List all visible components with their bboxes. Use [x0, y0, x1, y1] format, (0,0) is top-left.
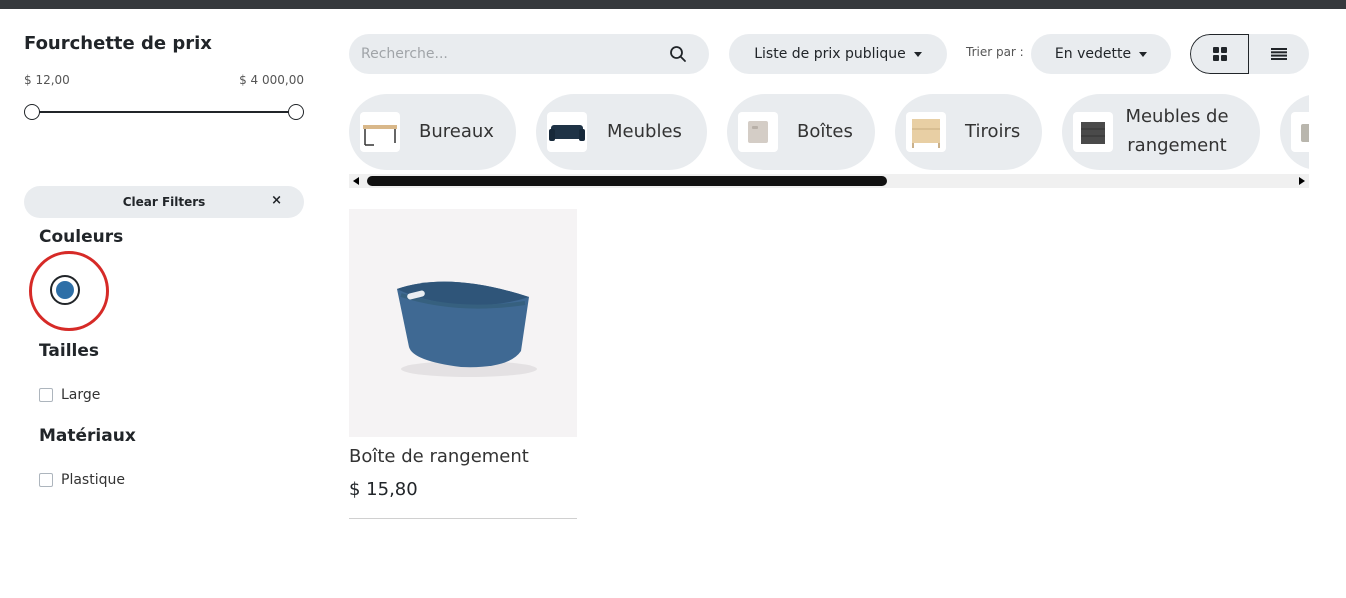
- list-view-button[interactable]: [1249, 34, 1309, 74]
- pricelist-label: Liste de prix publique: [754, 46, 906, 62]
- category-scrollbar[interactable]: [349, 174, 1309, 188]
- scrollbar-thumb[interactable]: [367, 176, 887, 186]
- sort-dropdown[interactable]: En vedette: [1031, 34, 1171, 74]
- category-pill-partial[interactable]: [1280, 94, 1309, 170]
- color-dot: [56, 281, 74, 299]
- sizes-title: Tailles: [39, 341, 100, 361]
- checkbox[interactable]: [39, 388, 53, 402]
- cabinet-thumbnail: [1073, 112, 1113, 152]
- search-input[interactable]: [349, 34, 639, 74]
- category-label: Meubles: [607, 121, 682, 142]
- category-pill-bureaux[interactable]: Bureaux: [349, 94, 516, 170]
- drawer-thumbnail: [906, 112, 946, 152]
- materials-title: Matériaux: [39, 426, 136, 446]
- sort-value: En vedette: [1054, 46, 1132, 62]
- colors-title: Couleurs: [39, 227, 124, 247]
- material-option-plastique[interactable]: Plastique: [39, 472, 125, 488]
- close-icon: ×: [271, 193, 282, 208]
- category-label: Boîtes: [797, 121, 853, 142]
- divider: [349, 518, 577, 519]
- price-range-slider[interactable]: [24, 104, 304, 120]
- price-min-value: $ 12,00: [24, 73, 70, 87]
- product-name[interactable]: Boîte de rangement: [349, 446, 529, 467]
- grid-icon: [1212, 47, 1227, 61]
- sort-label: Trier par :: [966, 45, 1024, 59]
- grid-view-button[interactable]: [1190, 34, 1249, 74]
- view-toggle: [1190, 34, 1309, 74]
- sofa-thumbnail: [547, 112, 587, 152]
- category-pill-meubles-rangement[interactable]: Meubles de rangement: [1062, 94, 1260, 170]
- clear-filters-label: Clear Filters: [122, 195, 206, 209]
- size-option-label: Large: [61, 387, 101, 403]
- category-label: Tiroirs: [965, 121, 1021, 142]
- slider-track: [32, 111, 296, 113]
- price-max-value: $ 4 000,00: [239, 73, 304, 87]
- category-scroller: Bureaux Meubles Boîtes Tiroirs Meubles d…: [349, 94, 1309, 170]
- size-option-large[interactable]: Large: [39, 387, 100, 403]
- slider-handle-max[interactable]: [288, 104, 304, 120]
- category-pill-boites[interactable]: Boîtes: [727, 94, 875, 170]
- search-bar: [349, 34, 709, 74]
- slider-handle-min[interactable]: [24, 104, 40, 120]
- scroll-right-icon[interactable]: [1299, 177, 1305, 185]
- category-label: Meubles de rangement: [1125, 106, 1229, 156]
- top-bar: [0, 0, 1346, 9]
- category-label: Bureaux: [419, 121, 494, 142]
- category-pill-tiroirs[interactable]: Tiroirs: [895, 94, 1042, 170]
- pricelist-dropdown[interactable]: Liste de prix publique: [729, 34, 947, 74]
- color-swatch-blue[interactable]: [50, 275, 80, 305]
- category-pill-meubles[interactable]: Meubles: [536, 94, 707, 170]
- product-price: $ 15,80: [349, 479, 418, 500]
- storage-box-image: [397, 281, 537, 377]
- chevron-down-icon: [1139, 51, 1148, 57]
- desk-thumbnail: [360, 112, 400, 152]
- clear-filters-button[interactable]: Clear Filters ×: [24, 186, 304, 218]
- price-range-title: Fourchette de prix: [24, 33, 212, 54]
- chevron-down-icon: [913, 51, 922, 57]
- search-icon[interactable]: [669, 45, 687, 63]
- box-thumbnail: [738, 112, 778, 152]
- item-thumbnail: [1291, 112, 1309, 152]
- material-option-label: Plastique: [61, 472, 125, 488]
- list-icon: [1271, 48, 1287, 60]
- scroll-left-icon[interactable]: [353, 177, 359, 185]
- checkbox[interactable]: [39, 473, 53, 487]
- product-image[interactable]: [349, 209, 577, 437]
